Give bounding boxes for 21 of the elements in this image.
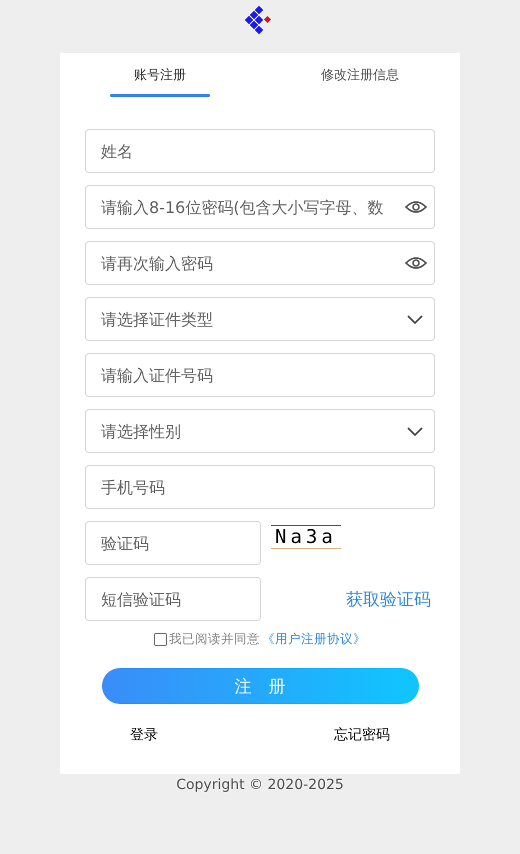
input-field[interactable]: 请输入证件号码 — [85, 353, 435, 397]
checkbox[interactable] — [154, 633, 167, 646]
input-field[interactable]: 短信验证码 — [85, 577, 261, 621]
captcha-image[interactable]: Na3a — [271, 525, 341, 549]
select-field[interactable]: 请选择证件类型 — [85, 297, 435, 341]
input-field[interactable]: 手机号码 — [85, 465, 435, 509]
eye-icon[interactable] — [405, 200, 427, 214]
input-field[interactable]: 请输入8-16位密码(包含大小写字母、数 — [85, 185, 435, 229]
agreement-text: 我已阅读并同意 — [169, 631, 260, 648]
input-field[interactable]: 验证码 — [85, 521, 261, 565]
copyright-text: Copyright © 2020-2025 — [176, 777, 344, 793]
footer-link[interactable]: 忘记密码 — [334, 726, 390, 744]
footer-link[interactable]: 登录 — [130, 726, 158, 744]
chevron-down-icon — [407, 426, 423, 436]
select-field[interactable]: 请选择性别 — [85, 409, 435, 453]
tab[interactable]: 账号注册 — [60, 53, 260, 97]
chevron-down-icon — [407, 314, 423, 324]
input-field[interactable]: 请再次输入密码 — [85, 241, 435, 285]
input-field[interactable]: 姓名 — [85, 129, 435, 173]
eye-icon[interactable] — [405, 256, 427, 270]
tab[interactable]: 修改注册信息 — [260, 53, 460, 97]
